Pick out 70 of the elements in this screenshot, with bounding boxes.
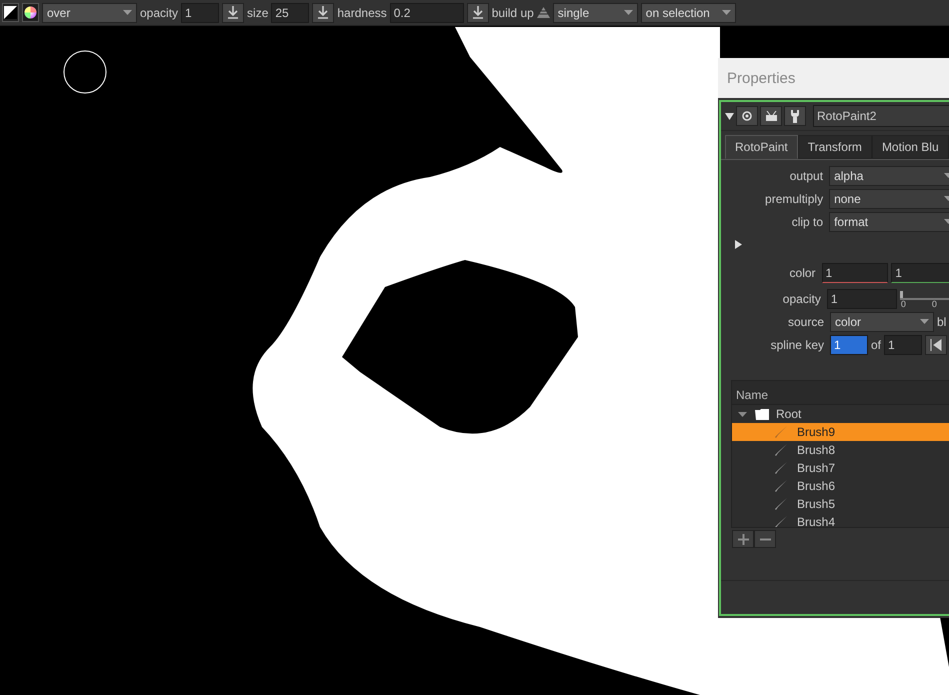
- brush-icon: [774, 443, 788, 457]
- tree-item[interactable]: Brush5: [732, 495, 949, 513]
- dropdown[interactable]: none: [829, 188, 949, 208]
- brush-icon: [774, 497, 788, 511]
- blend-mode-dropdown[interactable]: over: [42, 2, 137, 22]
- stroke-mode-dropdown[interactable]: single: [552, 2, 638, 22]
- tree-item[interactable]: Brush6: [732, 477, 949, 495]
- color-field[interactable]: 1: [822, 262, 888, 282]
- pyramid-icon[interactable]: [536, 7, 550, 18]
- field-label: spline key: [770, 336, 825, 354]
- opacity-field[interactable]: 1: [826, 288, 897, 308]
- build-up-label: build up: [492, 4, 534, 22]
- collapse-triangle-icon[interactable]: [725, 112, 734, 120]
- tab[interactable]: Transform: [798, 135, 872, 159]
- color-swatch-icon[interactable]: [2, 3, 19, 22]
- opacity-label: opacity: [140, 4, 178, 22]
- tab[interactable]: RotoPaint: [725, 135, 798, 159]
- field-label: bl: [937, 314, 946, 330]
- tree-item[interactable]: Brush8: [732, 441, 949, 459]
- brush-cursor-icon: [63, 50, 107, 94]
- tree-item[interactable]: Brush4: [732, 513, 949, 527]
- tree-item[interactable]: Brush7: [732, 459, 949, 477]
- expand-caret-icon[interactable]: [738, 412, 747, 416]
- slider-thumb[interactable]: [900, 290, 903, 298]
- color-wheel-icon[interactable]: [22, 3, 39, 22]
- brush-icon: [774, 479, 788, 493]
- size-field[interactable]: 25: [271, 2, 310, 22]
- tab[interactable]: Motion Blu: [872, 135, 949, 159]
- brush-icon: [774, 461, 788, 475]
- brush-icon: [774, 425, 788, 439]
- hardness-label: hardness: [337, 4, 387, 22]
- field-label: opacity: [782, 290, 822, 308]
- of-label: of: [871, 336, 882, 354]
- previous-key-icon[interactable]: [925, 334, 948, 354]
- tick-label: 0: [932, 300, 937, 308]
- television-icon[interactable]: [760, 106, 782, 126]
- caret-icon[interactable]: [722, 10, 731, 15]
- panel-title: Properties: [718, 58, 949, 98]
- spline-total-field[interactable]: 1: [884, 334, 922, 354]
- field-label: clip to: [790, 214, 824, 230]
- caret-icon[interactable]: [123, 10, 132, 15]
- brush-icon: [774, 515, 788, 527]
- add-icon[interactable]: [732, 530, 754, 548]
- field-label: output: [788, 168, 824, 184]
- dropdown[interactable]: alpha: [829, 166, 949, 186]
- size-label: size: [247, 4, 268, 22]
- color-field[interactable]: 1: [891, 262, 949, 282]
- download-icon[interactable]: [222, 2, 244, 22]
- field-label: color: [788, 264, 817, 282]
- hardness-field[interactable]: 0.2: [390, 2, 464, 22]
- dropdown[interactable]: format: [829, 212, 949, 232]
- caret-icon[interactable]: [920, 319, 929, 324]
- download-icon[interactable]: [312, 2, 334, 22]
- wrench-icon[interactable]: [784, 106, 806, 126]
- remove-icon[interactable]: [754, 530, 776, 548]
- folder-icon: [755, 408, 770, 420]
- spline-key-field[interactable]: 1: [830, 334, 868, 354]
- slider[interactable]: 0 0: [900, 288, 949, 308]
- field-label: premultiply: [764, 190, 824, 208]
- source-dropdown[interactable]: color: [830, 312, 934, 332]
- node-name-field[interactable]: RotoPaint2: [813, 105, 949, 127]
- opacity-field[interactable]: 1: [181, 2, 220, 22]
- field-label: source: [786, 314, 825, 330]
- expand-triangle-icon[interactable]: [735, 240, 742, 249]
- tick-label: 0: [900, 300, 906, 308]
- tree-item[interactable]: Brush9: [732, 423, 949, 441]
- caret-icon[interactable]: [624, 10, 633, 15]
- tree-item[interactable]: Root: [732, 405, 949, 423]
- lifetime-dropdown[interactable]: on selection: [640, 2, 736, 22]
- download-icon[interactable]: [466, 2, 489, 22]
